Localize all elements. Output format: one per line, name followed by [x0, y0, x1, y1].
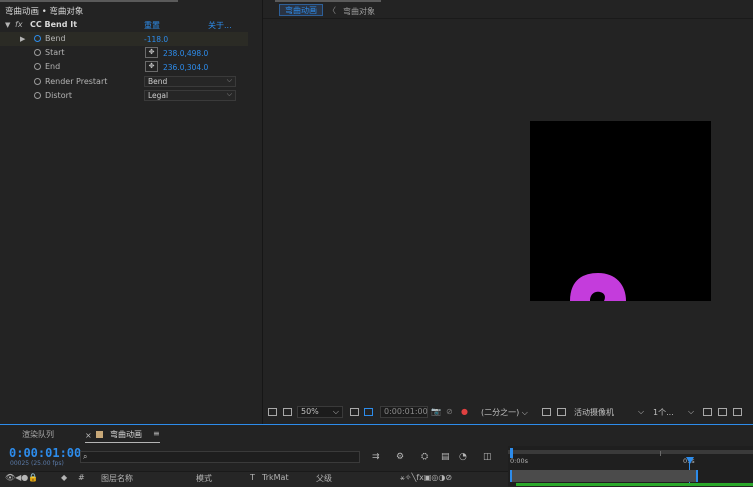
- param-row-bend[interactable]: ▶ Bend -118.0: [0, 32, 248, 46]
- label-icon: ◆: [61, 473, 68, 482]
- frame-info: 00025 (25.00 fps): [10, 460, 64, 467]
- effect-name: CC Bend It: [30, 20, 78, 29]
- param-label: Render Prestart: [45, 77, 108, 86]
- chevron-down-icon[interactable]: ⌵: [638, 407, 644, 417]
- param-row-distort[interactable]: Distort Legal ⌵: [0, 89, 248, 103]
- render-prestart-dropdown[interactable]: Bend ⌵: [144, 76, 236, 87]
- views-dropdown[interactable]: 1个...: [653, 407, 674, 418]
- layer-name-header[interactable]: 图层名称: [101, 473, 133, 484]
- viewer-tab-bar: [275, 0, 381, 2]
- chevron-down-icon: ⌵: [332, 407, 339, 416]
- tab-timeline-comp[interactable]: 弯曲动画: [110, 429, 142, 440]
- divider: [263, 18, 753, 19]
- point-picker-icon[interactable]: ✥: [145, 61, 158, 72]
- chevron-down-icon: ⌵: [226, 76, 232, 84]
- zoom-dropdown[interactable]: 50% ⌵: [297, 406, 343, 418]
- zoom-value: 50%: [301, 407, 319, 416]
- draft-3d-icon[interactable]: ⚙: [396, 452, 404, 462]
- distort-dropdown[interactable]: Legal ⌵: [144, 90, 236, 101]
- dropdown-value: Legal: [148, 91, 169, 100]
- ruler-start-label: 0:00s: [510, 457, 528, 465]
- chevron-down-icon[interactable]: ⌵: [688, 407, 694, 417]
- param-label: End: [45, 62, 61, 71]
- param-label: Distort: [45, 91, 73, 100]
- dropdown-value: Bend: [148, 77, 168, 86]
- fx-label[interactable]: fx: [15, 20, 23, 29]
- panel-menu-icon[interactable]: ≡: [153, 429, 160, 438]
- param-row-end[interactable]: End ✥ 236.0,304.0: [0, 60, 248, 74]
- param-label: Start: [45, 48, 65, 57]
- point-picker-icon[interactable]: ✥: [145, 47, 158, 58]
- grid-toggle-icon[interactable]: [557, 408, 566, 416]
- reset-exposure-icon[interactable]: [703, 408, 712, 416]
- reset-link[interactable]: 重置: [144, 20, 160, 31]
- param-value[interactable]: 236.0,304.0: [163, 63, 208, 72]
- work-area-bar[interactable]: [510, 470, 698, 482]
- trkmat-header: TrkMat: [262, 473, 289, 482]
- camera-value: 活动摄像机: [574, 408, 614, 417]
- resolution-value: (二分之一): [481, 408, 520, 417]
- composition-icon: [96, 431, 103, 438]
- transparency-grid-icon[interactable]: [364, 408, 373, 416]
- param-value[interactable]: -118.0: [144, 35, 168, 44]
- param-row-start[interactable]: Start ✥ 238.0,498.0: [0, 46, 248, 60]
- shy-layers-icon[interactable]: ⛭: [421, 452, 428, 462]
- camera-snapshot-icon[interactable]: 📷: [431, 407, 441, 416]
- fit-frame-icon[interactable]: [350, 408, 359, 416]
- layer-number-header: #: [78, 473, 85, 482]
- tab-render-queue[interactable]: 渲染队列: [22, 429, 54, 440]
- effect-controls-title: 弯曲动画 • 弯曲对象: [5, 7, 84, 17]
- close-icon[interactable]: ×: [85, 431, 92, 440]
- stopwatch-icon[interactable]: [34, 63, 41, 70]
- active-tab-underline: [85, 442, 160, 443]
- param-label: Bend: [45, 34, 66, 43]
- tab-comp-bend-object[interactable]: 弯曲对象: [343, 6, 375, 17]
- panel-tab-bar: [0, 0, 178, 2]
- viewer-toolbar: 50% ⌵ 0:00:01:00 📷 ⊘ ● (二分之一) ⌵ 活动摄像机 ⌵ …: [263, 404, 753, 422]
- layer-search-input[interactable]: [80, 451, 360, 463]
- expand-triangle-icon[interactable]: ▶: [20, 35, 25, 43]
- share-view-icon[interactable]: [733, 408, 742, 416]
- current-time-display[interactable]: 0:00:01:00: [380, 406, 428, 418]
- switches-icons: ⚹✧╲fx▣◎◑⊘: [400, 473, 453, 482]
- mode-header: 模式: [196, 474, 212, 483]
- tab-comp-bend-animation[interactable]: 弯曲动画: [279, 4, 323, 16]
- views-value: 1个...: [653, 408, 674, 417]
- parent-header: 父级: [316, 474, 332, 483]
- param-row-render-prestart[interactable]: Render Prestart Bend ⌵: [0, 75, 248, 89]
- chevron-down-icon: ⌵: [226, 90, 232, 98]
- composition-mini-flowchart-icon[interactable]: ⇉: [372, 452, 380, 462]
- show-snapshot-icon[interactable]: ⊘: [446, 407, 453, 416]
- region-of-interest-icon[interactable]: [542, 408, 551, 416]
- av-features-icons: 👁◀●🔒: [5, 473, 39, 482]
- about-link[interactable]: 关于...: [208, 20, 232, 31]
- search-icon: ⌕: [83, 452, 88, 461]
- camera-dropdown[interactable]: 活动摄像机: [574, 407, 614, 418]
- monitor-icon[interactable]: [283, 408, 292, 416]
- bent-shape: [570, 273, 626, 301]
- fast-preview-icon[interactable]: [718, 408, 727, 416]
- stopwatch-icon[interactable]: [34, 78, 41, 85]
- always-preview-icon[interactable]: [268, 408, 277, 416]
- stopwatch-icon[interactable]: [34, 92, 41, 99]
- resolution-dropdown[interactable]: (二分之一) ⌵: [481, 407, 528, 418]
- param-value[interactable]: 238.0,498.0: [163, 49, 208, 58]
- playhead-icon[interactable]: [686, 457, 694, 464]
- effect-header-row[interactable]: ▼ fx CC Bend It 重置 关于...: [0, 18, 248, 32]
- current-time[interactable]: 0:00:01:00: [9, 446, 81, 460]
- color-channels-icon[interactable]: ●: [461, 407, 468, 416]
- stopwatch-icon[interactable]: [34, 35, 41, 42]
- preserve-transparency-header: T: [250, 473, 255, 482]
- time-navigator-bar[interactable]: [508, 450, 753, 454]
- stopwatch-icon[interactable]: [34, 49, 41, 56]
- expand-triangle-icon[interactable]: ▼: [5, 21, 10, 29]
- graph-editor-icon[interactable]: ◫: [483, 452, 492, 462]
- composition-canvas[interactable]: [530, 121, 711, 301]
- breadcrumb-separator: 〈: [328, 6, 336, 15]
- ruler-tick: [660, 451, 661, 456]
- frame-blending-icon[interactable]: ▤: [441, 452, 450, 462]
- motion-blur-icon[interactable]: ◔: [459, 452, 467, 462]
